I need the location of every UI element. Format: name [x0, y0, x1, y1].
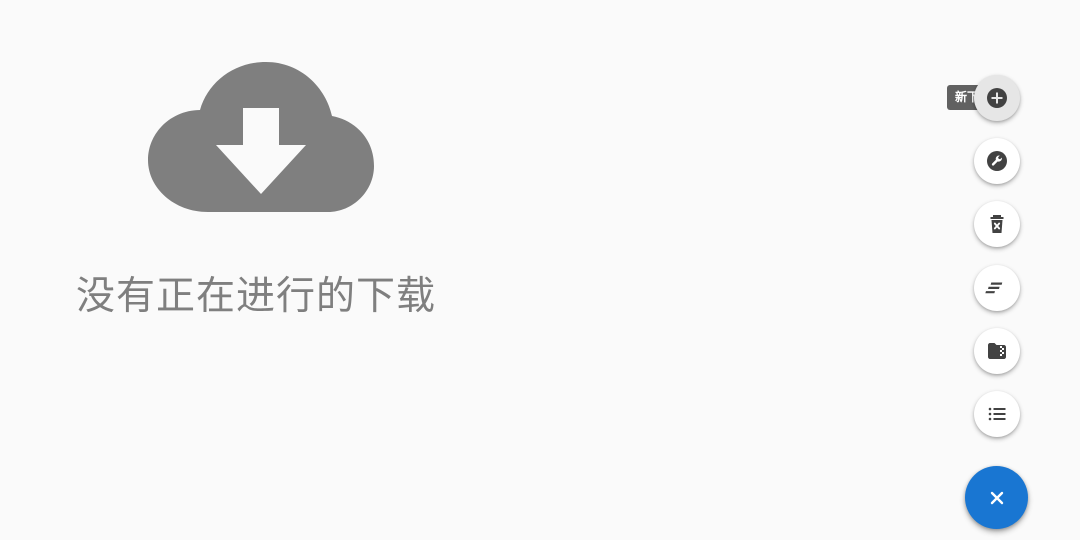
fab-menu: 新下载 — [920, 0, 1080, 540]
settings-button[interactable] — [974, 138, 1020, 184]
empty-message: 没有正在进行的下载 — [76, 274, 437, 319]
open-folder-button[interactable] — [974, 328, 1020, 374]
notes-icon — [985, 282, 1003, 294]
delete-icon — [990, 215, 1004, 233]
list-button[interactable] — [974, 391, 1020, 437]
folder-zip-icon — [988, 343, 1006, 359]
close-icon — [990, 491, 1003, 504]
list-icon — [988, 407, 1006, 421]
clear-downloads-button[interactable] — [974, 201, 1020, 247]
wrench-icon — [987, 151, 1007, 171]
cloud-download-icon — [148, 62, 374, 212]
close-menu-button[interactable] — [965, 466, 1028, 529]
log-button[interactable] — [974, 265, 1020, 311]
downloads-page: 没有正在进行的下载 新下载 — [0, 0, 1080, 540]
empty-state: 没有正在进行的下载 — [60, 55, 460, 325]
new-download-button[interactable] — [974, 75, 1020, 121]
add-circle-icon — [987, 88, 1007, 108]
